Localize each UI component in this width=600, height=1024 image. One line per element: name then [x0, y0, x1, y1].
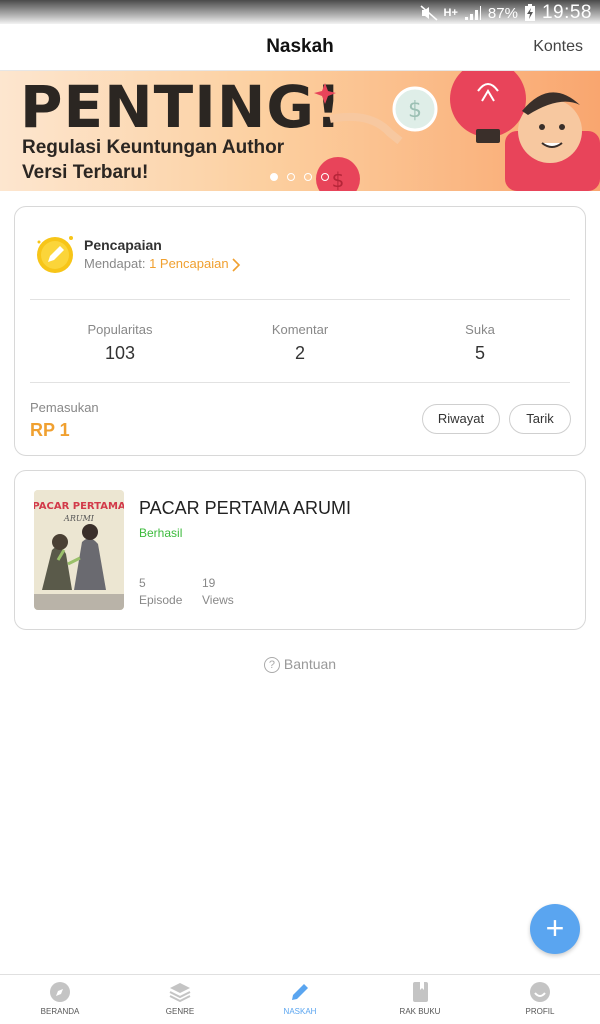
book-status-badge: Berhasil [139, 526, 183, 540]
achievement-meta[interactable]: Mendapat: 1 Pencapaian [84, 256, 229, 271]
pencil-badge-icon [37, 236, 73, 273]
author-stats-card: Pencapaian Mendapat: 1 Pencapaian Popula… [14, 206, 586, 456]
banner-headline: PENTING! [20, 73, 343, 141]
views-stat: 19 Views [202, 575, 234, 609]
nav-item-genre[interactable]: GENRE [120, 975, 240, 1024]
contest-link[interactable]: Kontes [533, 38, 583, 56]
nav-item-naskah[interactable]: NASKAH [240, 975, 360, 1024]
nav-item-profil[interactable]: PROFIL [480, 975, 600, 1024]
layers-icon [169, 983, 191, 1003]
add-manuscript-button[interactable]: + [530, 904, 580, 954]
achievement-meta-prefix: Mendapat: [84, 256, 146, 271]
achievement-count-link[interactable]: 1 Pencapaian [149, 256, 229, 271]
episodes-value: 5 [139, 576, 146, 590]
banner-line2: Versi Terbaru! [22, 162, 149, 183]
views-value: 19 [202, 576, 216, 590]
banner-pagination [270, 173, 329, 181]
battery-percent: 87% [487, 4, 518, 22]
divider [30, 299, 570, 300]
pencil-icon [292, 984, 308, 1000]
income-label: Pemasukan [30, 400, 99, 415]
chevron-right-icon[interactable] [231, 258, 241, 272]
divider [30, 382, 570, 383]
cover-title: PACAR PERTAMA [34, 501, 124, 512]
nav-label: BERANDA [40, 1007, 80, 1016]
book-icon [413, 982, 428, 1002]
stat-value: 5 [474, 343, 485, 363]
cover-art: PACAR PERTAMA ARUMI [34, 490, 124, 610]
withdraw-button[interactable]: Tarik [509, 404, 571, 434]
compass-icon [50, 982, 70, 1002]
views-label: Views [202, 593, 234, 607]
stat-value: 2 [294, 343, 305, 363]
banner-illustration: $ $ [314, 71, 600, 191]
stat-label: Popularitas [87, 322, 153, 337]
clock: 19:58 [541, 2, 592, 23]
cover-subtitle: ARUMI [63, 514, 95, 523]
banner-dot-4[interactable] [321, 173, 329, 181]
stat-value: 103 [104, 343, 136, 363]
nav-label: RAK BUKU [399, 1007, 441, 1016]
signal-icon [464, 6, 481, 20]
battery-charging-icon [524, 4, 535, 21]
mute-icon [420, 5, 438, 21]
history-button[interactable]: Riwayat [422, 404, 500, 434]
banner-dot-3[interactable] [304, 173, 312, 181]
app-header: Naskah Kontes [0, 24, 600, 71]
book-title[interactable]: PACAR PERTAMA ARUMI [139, 498, 351, 519]
nav-item-rak-buku[interactable]: RAK BUKU [360, 975, 480, 1024]
banner-dot-1[interactable] [270, 173, 278, 181]
nav-label: PROFIL [525, 1007, 555, 1016]
banner-line1: Regulasi Keuntungan Author [22, 137, 285, 158]
banner-dot-2[interactable] [287, 173, 295, 181]
page-title: Naskah [266, 36, 334, 57]
stat-comments: Komentar 2 [240, 322, 360, 364]
achievement-title[interactable]: Pencapaian [84, 237, 162, 253]
help-link[interactable]: ? Bantuan [0, 656, 600, 674]
profile-icon [530, 982, 550, 1002]
nav-label: GENRE [165, 1007, 195, 1016]
svg-text:$: $ [408, 98, 422, 123]
nav-item-beranda[interactable]: BERANDA [0, 975, 120, 1024]
episodes-label: Episode [139, 593, 183, 607]
stat-label: Komentar [271, 322, 329, 337]
stat-label: Suka [465, 322, 495, 337]
bottom-navigation: BERANDA GENRE NASKAH RAK BUKU PROFIL [0, 974, 600, 1024]
income-value: RP 1 [30, 420, 70, 440]
promo-banner[interactable]: PENTING! Regulasi Keuntungan Author Vers… [0, 71, 600, 191]
nav-label: NASKAH [283, 1007, 317, 1016]
stat-popularity: Popularitas 103 [60, 322, 180, 364]
status-bar: H+ 87% 19:58 [0, 0, 600, 24]
network-type: H+ [443, 7, 458, 19]
episodes-stat: 5 Episode [139, 575, 182, 609]
stat-likes: Suka 5 [420, 322, 540, 364]
svg-text:$: $ [332, 168, 345, 191]
help-label: Bantuan [283, 656, 337, 672]
question-icon: ? [263, 657, 280, 674]
manuscript-card[interactable]: PACAR PERTAMA ARUMI PACAR PERTAMA ARUMI … [14, 470, 586, 630]
book-cover[interactable]: PACAR PERTAMA ARUMI [34, 490, 124, 610]
